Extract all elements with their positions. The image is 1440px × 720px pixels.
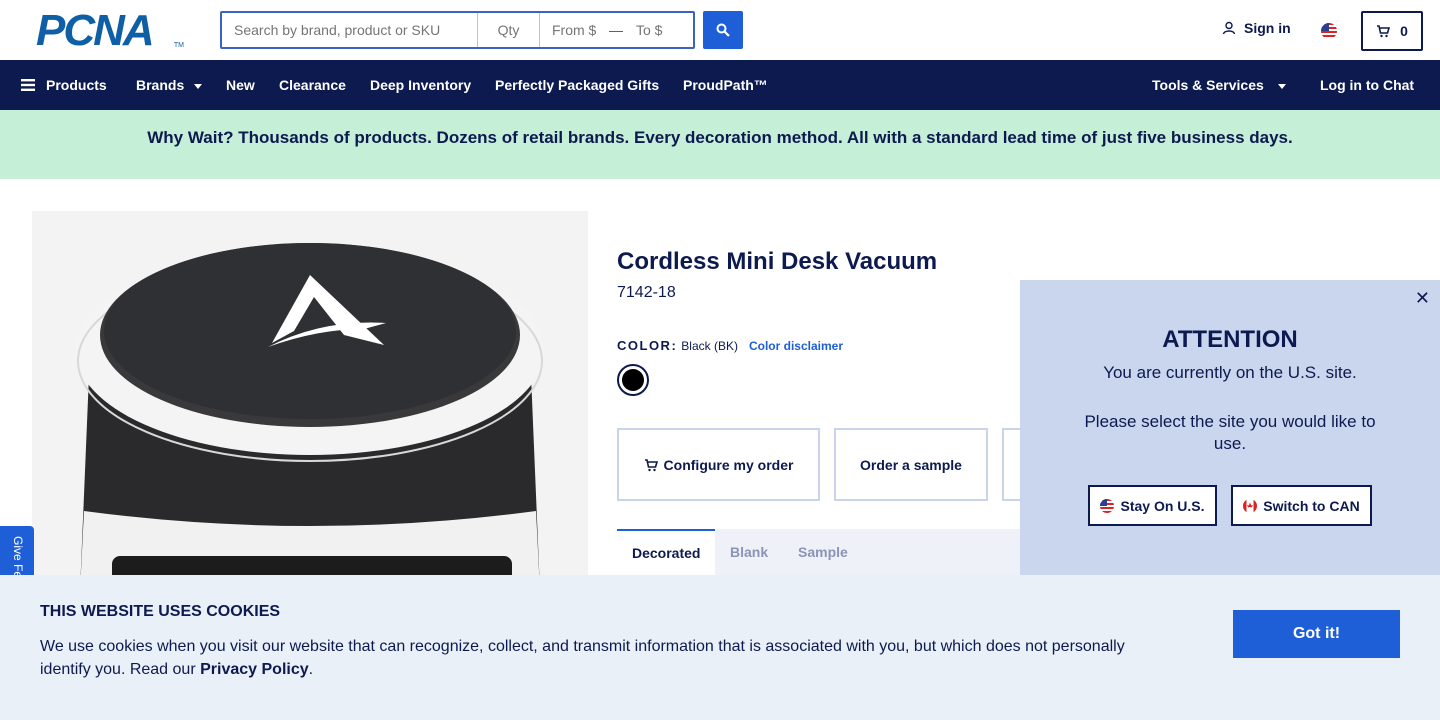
nav-clearance[interactable]: Clearance xyxy=(279,60,346,110)
attention-select-prompt: Please select the site you would like to… xyxy=(1084,412,1376,453)
cart-button[interactable]: 0 xyxy=(1361,11,1423,51)
color-row: COLOR: Black (BK) Color disclaimer xyxy=(617,338,843,353)
promo-banner-text: Why Wait? Thousands of products. Dozens … xyxy=(147,127,1293,147)
search-bar: — xyxy=(220,11,695,49)
nav-deep-inventory[interactable]: Deep Inventory xyxy=(370,60,471,110)
swatch-fill xyxy=(622,369,644,391)
configure-order-label: Configure my order xyxy=(663,456,794,473)
nav-brands-label: Brands xyxy=(136,77,185,93)
product-title: Cordless Mini Desk Vacuum xyxy=(617,248,938,275)
top-header: PCNA TM — Sign in 0 xyxy=(0,0,1440,60)
cookie-period: . xyxy=(308,661,314,678)
quantity-input[interactable] xyxy=(478,13,540,47)
pcna-logo[interactable]: PCNA TM xyxy=(36,9,184,53)
nav-perfectly-packaged-gifts[interactable]: Perfectly Packaged Gifts xyxy=(495,60,659,110)
color-label: COLOR: xyxy=(617,338,678,353)
nav-products-label: Products xyxy=(46,77,107,93)
search-icon xyxy=(716,23,730,37)
chevron-down-icon xyxy=(1277,83,1286,89)
site-select-popup: ✕ ATTENTION You are currently on the U.S… xyxy=(1020,280,1440,575)
cookie-banner: THIS WEBSITE USES COOKIES We use cookies… xyxy=(0,575,1440,720)
main-navigation: Products Brands New Clearance Deep Inven… xyxy=(0,60,1440,110)
got-it-button[interactable]: Got it! xyxy=(1233,610,1400,658)
price-from-input[interactable] xyxy=(540,13,608,47)
cookie-text: We use cookies when you visit our websit… xyxy=(40,635,1150,681)
nav-tools-services[interactable]: Tools & Services xyxy=(1152,60,1286,110)
attention-title: ATTENTION xyxy=(1162,326,1298,353)
sign-in-link[interactable]: Sign in xyxy=(1222,20,1291,36)
configure-order-button[interactable]: Configure my order xyxy=(617,428,820,501)
order-sample-label: Order a sample xyxy=(860,456,962,473)
cart-count: 0 xyxy=(1400,23,1408,39)
attention-current-site: You are currently on the U.S. site. xyxy=(1103,363,1357,382)
cookie-title: THIS WEBSITE USES COOKIES xyxy=(40,603,281,620)
vacuum-product-illustration xyxy=(76,243,544,591)
nav-products[interactable]: Products xyxy=(21,60,107,110)
color-value: Black (BK) xyxy=(681,339,738,353)
tab-sample[interactable]: Sample xyxy=(798,529,848,575)
price-range-dash: — xyxy=(609,22,623,38)
tab-decorated[interactable]: Decorated xyxy=(617,529,716,575)
stay-on-us-button[interactable]: Stay On U.S. xyxy=(1088,485,1217,526)
close-icon[interactable]: ✕ xyxy=(1415,288,1430,309)
promo-banner: Why Wait? Thousands of products. Dozens … xyxy=(0,110,1440,179)
stay-on-us-label: Stay On U.S. xyxy=(1120,497,1205,514)
cart-icon xyxy=(1377,25,1391,38)
order-sample-button[interactable]: Order a sample xyxy=(834,428,988,501)
color-swatch-black[interactable] xyxy=(617,364,649,396)
hamburger-icon xyxy=(21,79,35,91)
price-to-input[interactable] xyxy=(624,13,692,47)
product-image[interactable] xyxy=(32,211,588,591)
privacy-policy-link[interactable]: Privacy Policy xyxy=(200,661,309,678)
search-input[interactable] xyxy=(222,13,478,47)
search-button[interactable] xyxy=(703,11,743,49)
logo-text: PCNA xyxy=(36,6,155,55)
cart-icon xyxy=(644,458,658,471)
canada-flag-icon xyxy=(1243,498,1258,513)
chevron-down-icon xyxy=(194,83,203,89)
product-sku: 7142-18 xyxy=(617,284,676,301)
sign-in-label: Sign in xyxy=(1244,20,1291,36)
nav-log-in-to-chat[interactable]: Log in to Chat xyxy=(1320,60,1414,110)
switch-to-can-label: Switch to CAN xyxy=(1263,497,1360,514)
nav-tools-label: Tools & Services xyxy=(1152,77,1264,93)
tab-blank[interactable]: Blank xyxy=(730,529,768,575)
nav-proudpath[interactable]: ProudPath™ xyxy=(683,60,768,110)
nav-brands[interactable]: Brands xyxy=(136,60,203,110)
color-disclaimer-link[interactable]: Color disclaimer xyxy=(749,339,843,353)
nav-new[interactable]: New xyxy=(226,60,255,110)
us-flag-icon xyxy=(1100,498,1115,513)
user-icon xyxy=(1222,21,1236,35)
logo-trademark: TM xyxy=(173,42,184,49)
switch-to-can-button[interactable]: Switch to CAN xyxy=(1231,485,1372,526)
us-flag-icon[interactable] xyxy=(1321,23,1337,39)
